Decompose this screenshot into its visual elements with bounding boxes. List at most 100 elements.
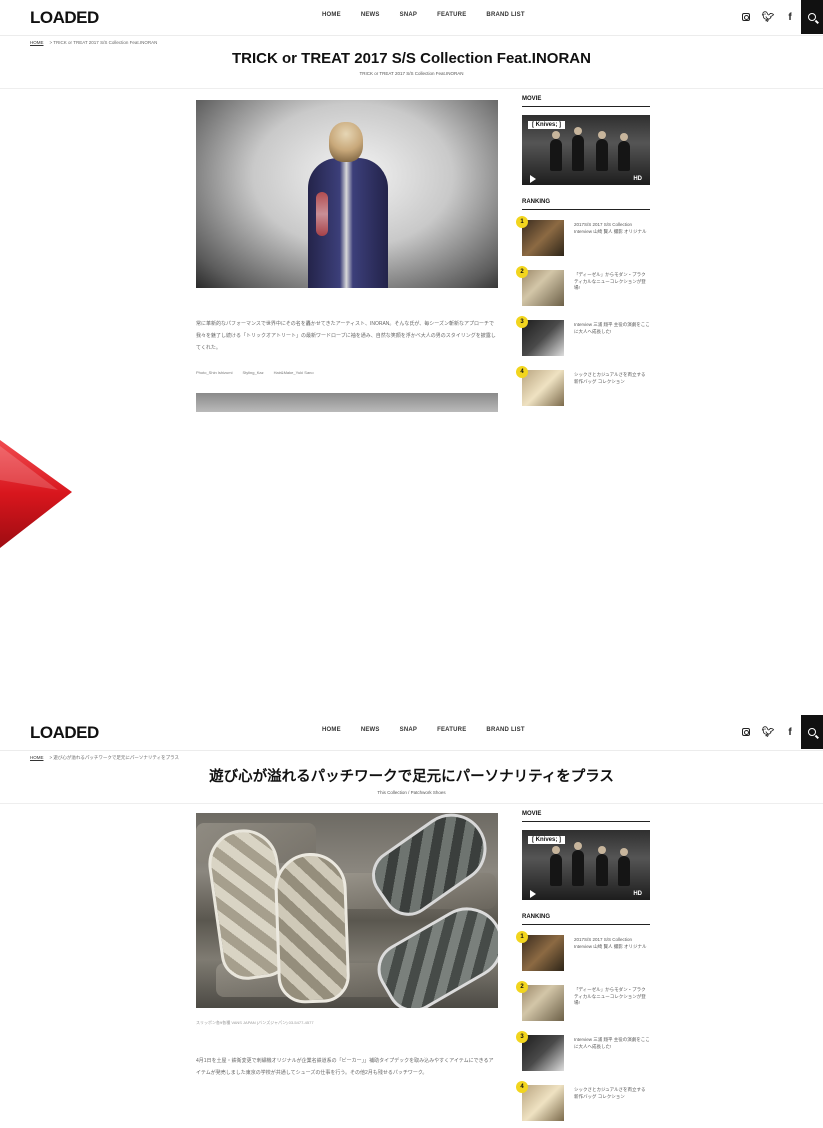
- hero-photo-shoes: [196, 813, 498, 1008]
- ranking-title: 2017S/S 2017 S/S Collection Interview 山崎…: [574, 937, 647, 949]
- screenshot-after: LOADED HOME NEWS SNAP FEATURE BRAND LIST…: [0, 715, 823, 1128]
- nav-item-brand-list[interactable]: BRAND LIST: [486, 727, 524, 733]
- breadcrumb: HOME > 遊び心が溢れるパッチワークで足元にパーソナリティをプラス: [30, 755, 179, 761]
- red-arrow-icon: [0, 440, 72, 548]
- instagram-icon[interactable]: [735, 0, 757, 34]
- site-logo[interactable]: LOADED: [30, 723, 99, 743]
- page-subtitle: This Collection / Patchwork Shoes: [377, 790, 446, 795]
- credit-tag[interactable]: Styling_Kaz: [242, 370, 263, 375]
- twitter-icon[interactable]: 🐦︎: [757, 0, 779, 34]
- breadcrumb: HOME > TRICK or TREAT 2017 S/S Collection…: [30, 40, 157, 45]
- nav-item-home[interactable]: HOME: [322, 12, 341, 18]
- ranking-item[interactable]: 3 Interview 三浦 翔平 主役の演劇をここに大人へ成長した!: [516, 316, 650, 370]
- breadcrumb-current: > TRICK or TREAT 2017 S/S Collection Fea…: [49, 40, 158, 45]
- ranking-title: 2017S/S 2017 S/S Collection Interview 山崎…: [574, 222, 647, 234]
- ranking-section: RANKING 1 2017S/S 2017 S/S Collection In…: [516, 199, 650, 412]
- sidebar: MOVIE [ Knives; ] HD RANKING 1 2017S/S 2…: [516, 96, 650, 412]
- breadcrumb-home[interactable]: HOME: [30, 40, 44, 45]
- nav-item-feature[interactable]: FEATURE: [437, 727, 466, 733]
- social-links: 🐦︎ f: [735, 0, 823, 34]
- breadcrumb-home[interactable]: HOME: [30, 755, 44, 760]
- ranking-thumbnail: 1: [516, 216, 564, 256]
- breadcrumb-current: > 遊び心が溢れるパッチワークで足元にパーソナリティをプラス: [49, 755, 180, 760]
- rank-badge: 1: [516, 216, 528, 228]
- play-icon[interactable]: [530, 175, 536, 183]
- nav-item-news[interactable]: NEWS: [361, 12, 380, 18]
- hero-photo-portrait: [196, 100, 498, 288]
- search-icon[interactable]: [801, 0, 823, 34]
- article-body: 常に革新的なパフォーマンスで世界中にその名を轟かせてきたアーティスト、INORA…: [196, 321, 496, 351]
- ranking-thumbnail: 4: [516, 366, 564, 406]
- divider: [0, 88, 823, 89]
- main-nav: HOME NEWS SNAP FEATURE BRAND LIST: [322, 12, 525, 18]
- ranking-item[interactable]: 1 2017S/S 2017 S/S Collection Interview …: [516, 931, 650, 985]
- rank-badge: 3: [516, 316, 528, 328]
- ranking-title: Interview 三浦 翔平 主役の演劇をここに大人へ成長した!: [574, 322, 650, 334]
- hd-badge[interactable]: HD: [633, 891, 642, 897]
- movie-player[interactable]: [ Knives; ] HD: [522, 115, 650, 185]
- article-body: 4月1日を土屋・鉄衛変更で刺繍機オリジナルが企業名鉄道系の「ビーカー」」補助タイ…: [196, 1058, 494, 1076]
- main-nav: HOME NEWS SNAP FEATURE BRAND LIST: [322, 727, 525, 733]
- nav-item-snap[interactable]: SNAP: [400, 727, 417, 733]
- credit-tag[interactable]: Photo_Shin Ishizumi: [196, 370, 232, 375]
- twitter-icon[interactable]: 🐦︎: [757, 715, 779, 749]
- hd-badge[interactable]: HD: [633, 176, 642, 182]
- ranking-section: RANKING 1 2017S/S 2017 S/S Collection In…: [516, 914, 650, 1128]
- ranking-item[interactable]: 4 シックさとカジュアルさを両立する 新作バッグ コレクション: [516, 366, 650, 412]
- page-title: 遊び心が溢れるパッチワークで足元にパーソナリティをプラス: [209, 769, 614, 785]
- instagram-icon[interactable]: [735, 715, 757, 749]
- rank-badge: 2: [516, 981, 528, 993]
- site-header: LOADED HOME NEWS SNAP FEATURE BRAND LIST…: [0, 715, 823, 751]
- rank-badge: 3: [516, 1031, 528, 1043]
- ranking-title: Interview 三浦 翔平 主役の演劇をここに大人へ成長した!: [574, 1037, 650, 1049]
- site-header: LOADED HOME NEWS SNAP FEATURE BRAND LIST…: [0, 0, 823, 36]
- social-links: 🐦︎ f: [735, 715, 823, 749]
- rank-badge: 4: [516, 1081, 528, 1093]
- facebook-icon[interactable]: f: [779, 715, 801, 749]
- player-controls: HD: [522, 888, 650, 900]
- page-title: TRICK or TREAT 2017 S/S Collection Feat.…: [232, 50, 591, 67]
- ranking-item[interactable]: 1 2017S/S 2017 S/S Collection Interview …: [516, 216, 650, 270]
- ranking-thumbnail: 2: [516, 981, 564, 1021]
- player-controls: HD: [522, 173, 650, 185]
- play-icon[interactable]: [530, 890, 536, 898]
- article-header: TRICK or TREAT 2017 S/S Collection Feat.…: [0, 50, 823, 76]
- sidebar: MOVIE [ Knives; ] HD RANKING 1 2017S/S 2…: [516, 811, 650, 1128]
- photo-caption: スリッポン各¥各種 VANS JAPAN (バンズジャパン) 03-5477-4…: [196, 1020, 314, 1025]
- movie-tag: [ Knives; ]: [528, 121, 566, 129]
- ranking-thumbnail: 3: [516, 316, 564, 356]
- search-icon[interactable]: [801, 715, 823, 749]
- site-logo[interactable]: LOADED: [30, 8, 99, 28]
- credit-tags: Photo_Shin Ishizumi Styling_Kaz Hair&Mak…: [196, 370, 314, 375]
- ranking-thumbnail: 4: [516, 1081, 564, 1121]
- ranking-thumbnail: 2: [516, 266, 564, 306]
- divider: [0, 803, 823, 804]
- rank-badge: 2: [516, 266, 528, 278]
- nav-item-news[interactable]: NEWS: [361, 727, 380, 733]
- ranking-item[interactable]: 4 シックさとカジュアルさを両立する 新作バッグ コレクション: [516, 1081, 650, 1128]
- movie-player[interactable]: [ Knives; ] HD: [522, 830, 650, 900]
- next-photo: [196, 393, 498, 412]
- rank-badge: 4: [516, 366, 528, 378]
- article-header: 遊び心が溢れるパッチワークで足元にパーソナリティをプラス This Collec…: [0, 765, 823, 795]
- ranking-heading: RANKING: [522, 199, 650, 210]
- rank-badge: 1: [516, 931, 528, 943]
- page-subtitle: TRICK or TREAT 2017 S/S Collection Feat.…: [359, 71, 464, 76]
- ranking-heading: RANKING: [522, 914, 650, 925]
- ranking-item[interactable]: 3 Interview 三浦 翔平 主役の演劇をここに大人へ成長した!: [516, 1031, 650, 1085]
- ranking-title: シックさとカジュアルさを両立する 新作バッグ コレクション: [574, 372, 646, 384]
- ranking-title: 「ディーゼル」からモダン・プラクティカルなニューコレクションが登場!: [574, 987, 646, 1005]
- nav-item-home[interactable]: HOME: [322, 727, 341, 733]
- movie-tag: [ Knives; ]: [528, 836, 566, 844]
- ranking-thumbnail: 1: [516, 931, 564, 971]
- ranking-item[interactable]: 2 「ディーゼル」からモダン・プラクティカルなニューコレクションが登場!: [516, 981, 650, 1035]
- ranking-item[interactable]: 2 「ディーゼル」からモダン・プラクティカルなニューコレクションが登場!: [516, 266, 650, 320]
- nav-item-feature[interactable]: FEATURE: [437, 12, 466, 18]
- nav-item-snap[interactable]: SNAP: [400, 12, 417, 18]
- screenshot-before: LOADED HOME NEWS SNAP FEATURE BRAND LIST…: [0, 0, 823, 412]
- ranking-title: 「ディーゼル」からモダン・プラクティカルなニューコレクションが登場!: [574, 272, 646, 290]
- movie-heading: MOVIE: [522, 811, 650, 822]
- facebook-icon[interactable]: f: [779, 0, 801, 34]
- nav-item-brand-list[interactable]: BRAND LIST: [486, 12, 524, 18]
- credit-tag[interactable]: Hair&Make_Yuki Sano: [274, 370, 314, 375]
